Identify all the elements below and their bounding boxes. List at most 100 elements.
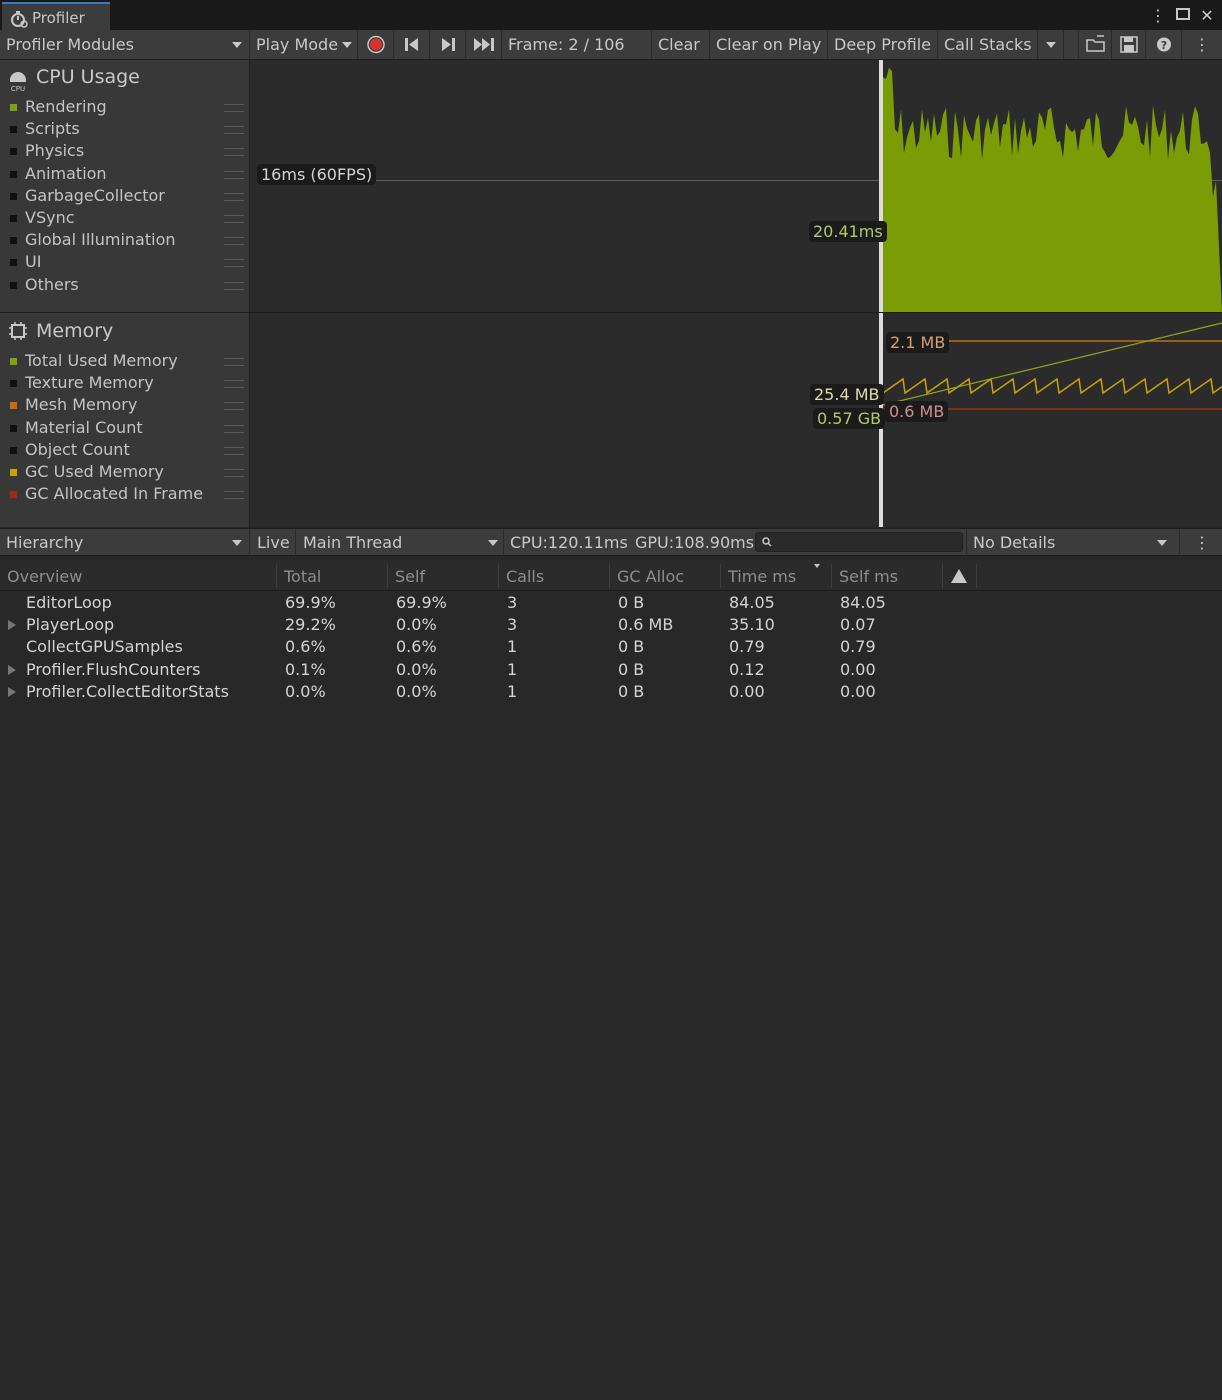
more-menu-icon[interactable]: ⋮ — [1148, 6, 1168, 26]
legend-item-label[interactable]: Total Used Memory — [25, 351, 178, 370]
cell-calls: 3 — [507, 615, 518, 635]
search-input[interactable] — [776, 533, 960, 553]
drag-handle-icon[interactable] — [224, 148, 244, 157]
column-header-self-ms[interactable]: Self ms — [839, 567, 898, 586]
gc-used-memory-line — [882, 377, 1222, 395]
first-frame-button[interactable] — [394, 30, 430, 59]
folder-open-icon — [1086, 35, 1105, 52]
column-header-self[interactable]: Self — [395, 567, 425, 586]
legend-item-label[interactable]: GC Used Memory — [25, 462, 164, 481]
legend-item-label[interactable]: UI — [25, 252, 41, 271]
legend-item-label[interactable]: VSync — [25, 208, 75, 227]
load-button[interactable] — [1078, 30, 1112, 59]
cell-time: 84.05 — [729, 593, 775, 612]
table-header: Overview Total Self Calls GC Alloc Time … — [0, 560, 1222, 591]
expand-arrow-icon[interactable] — [8, 620, 16, 631]
play-mode-dropdown[interactable]: Play Mode — [250, 30, 358, 59]
legend-item-label[interactable]: Material Count — [25, 418, 143, 437]
save-button[interactable] — [1112, 30, 1146, 59]
save-icon — [1120, 36, 1138, 53]
profiler-tab[interactable]: Profiler — [2, 2, 110, 30]
deep-profile-button[interactable]: Deep Profile — [828, 30, 938, 59]
column-header-total[interactable]: Total — [284, 567, 321, 586]
legend-item-label[interactable]: Others — [25, 275, 79, 294]
legend-item-label[interactable]: Texture Memory — [25, 373, 154, 392]
toolbar-more-icon[interactable]: ⋮ — [1182, 30, 1222, 59]
legend-color-swatch — [10, 469, 17, 476]
column-header-overview[interactable]: Overview — [7, 567, 82, 586]
details-dropdown[interactable]: No Details — [966, 529, 1180, 556]
help-button[interactable]: ? — [1146, 30, 1182, 59]
drag-handle-icon[interactable] — [224, 104, 244, 112]
drag-handle-icon[interactable] — [224, 259, 244, 268]
next-frame-button[interactable] — [430, 30, 466, 59]
hierarchy-more-icon[interactable]: ⋮ — [1190, 529, 1214, 556]
expand-arrow-icon[interactable] — [8, 686, 16, 697]
drag-handle-icon[interactable] — [224, 237, 244, 246]
legend-item-label[interactable]: Global Illumination — [25, 230, 176, 249]
cell-total: 0.6% — [285, 637, 326, 657]
drag-handle-icon[interactable] — [224, 402, 244, 411]
legend-color-swatch — [10, 170, 17, 178]
column-header-calls[interactable]: Calls — [506, 567, 544, 586]
legend-item-label[interactable]: GC Allocated In Frame — [25, 484, 203, 503]
drag-handle-icon[interactable] — [224, 380, 244, 389]
drag-handle-icon[interactable] — [224, 491, 244, 500]
column-header-time-ms[interactable]: Time ms — [728, 567, 796, 586]
legend-color-swatch — [10, 192, 17, 200]
drag-handle-icon[interactable] — [224, 358, 244, 366]
legend-item-label[interactable]: Scripts — [25, 119, 80, 138]
drag-handle-icon[interactable] — [224, 446, 244, 455]
call-stacks-button[interactable]: Call Stacks — [938, 30, 1038, 59]
drag-handle-icon[interactable] — [224, 215, 244, 223]
warning-column-icon[interactable] — [950, 568, 968, 584]
current-frame-button[interactable] — [466, 30, 502, 59]
record-icon — [367, 35, 385, 54]
table-row[interactable]: Profiler.FlushCounters 0.1% 0.0% 1 0 B 0.12 0.… — [0, 659, 1222, 681]
clear-button[interactable]: Clear — [652, 30, 710, 59]
mesh-memory-value: 2.1 MB — [886, 332, 950, 353]
expand-arrow-icon[interactable] — [8, 664, 16, 675]
cell-gc: 0 B — [618, 681, 645, 701]
drag-handle-icon[interactable] — [224, 126, 244, 135]
drag-handle-icon[interactable] — [224, 469, 244, 477]
gc-used-memory-value: 25.4 MB — [810, 384, 884, 405]
legend-item-label[interactable]: Mesh Memory — [25, 395, 137, 414]
live-toggle[interactable]: Live — [250, 529, 296, 556]
clear-on-play-button[interactable]: Clear on Play — [710, 30, 828, 59]
drag-handle-icon[interactable] — [224, 170, 244, 179]
legend-item-label[interactable]: Rendering — [25, 97, 107, 116]
drag-handle-icon[interactable] — [224, 281, 244, 290]
cpu-module-legend[interactable]: CPU CPU Usage Rendering Scripts Physics Ani… — [0, 60, 250, 312]
legend-color-swatch — [10, 491, 17, 499]
chevron-down-icon — [342, 42, 352, 48]
search-field[interactable] — [755, 532, 963, 553]
legend-item-label[interactable]: Physics — [25, 141, 84, 160]
profiler-modules-dropdown[interactable]: Profiler Modules — [0, 30, 250, 59]
chevron-down-icon — [232, 540, 242, 546]
record-button[interactable] — [358, 30, 394, 59]
table-row[interactable]: PlayerLoop 29.2% 0.0% 3 0.6 MB 35.10 0.07 — [0, 614, 1222, 636]
details-label: No Details — [973, 533, 1056, 552]
close-icon[interactable]: ✕ — [1197, 6, 1217, 26]
column-header-gc-alloc[interactable]: GC Alloc — [617, 567, 684, 586]
thread-dropdown[interactable]: Main Thread — [296, 529, 504, 556]
cpu-time-label: CPU:120.11ms — [510, 533, 628, 552]
cell-self-ms: 84.05 — [840, 593, 886, 612]
tab-title: Profiler — [32, 9, 85, 27]
table-row[interactable]: EditorLoop 69.9% 69.9% 3 0 B 84.05 84.05 — [0, 592, 1222, 614]
legend-item-label[interactable]: Animation — [25, 164, 107, 183]
table-row[interactable]: CollectGPUSamples 0.6% 0.6% 1 0 B 0.79 0.79 — [0, 636, 1222, 658]
memory-module-legend[interactable]: Memory Total Used Memory Texture Memory Me… — [0, 313, 250, 527]
legend-item-label[interactable]: GarbageCollector — [25, 186, 165, 205]
maximize-icon[interactable] — [1173, 6, 1193, 26]
table-row[interactable]: Profiler.CollectEditorStats 0.0% 0.0% 1 0 B 0… — [0, 681, 1222, 703]
memory-graph[interactable]: 2.1 MB 25.4 MB 0.57 GB 0.6 MB — [250, 313, 1222, 527]
call-stacks-dropdown[interactable] — [1038, 30, 1064, 59]
drag-handle-icon[interactable] — [224, 192, 244, 201]
cpu-usage-graph[interactable]: 16ms (60FPS) 20.41ms — [250, 60, 1222, 312]
view-type-dropdown[interactable]: Hierarchy — [0, 529, 250, 556]
drag-handle-icon[interactable] — [224, 424, 244, 433]
cell-self-ms: 0.07 — [840, 615, 876, 635]
legend-item-label[interactable]: Object Count — [25, 440, 130, 459]
